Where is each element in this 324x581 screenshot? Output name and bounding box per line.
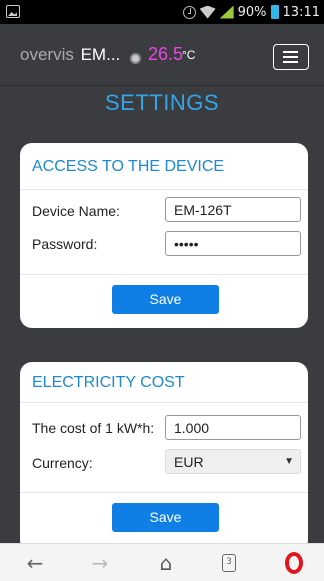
currency-label: Currency: [32,455,93,471]
electricity-cost-card: ELECTRICITY COST The cost of 1 kW*h: 1.0… [20,362,308,552]
currency-select[interactable]: EUR ▼ [165,449,301,474]
browser-nav-bar: ← → ⌂ 3 [0,543,324,581]
save-cost-button[interactable]: Save [112,503,219,532]
cost-label: The cost of 1 kW*h: [32,420,155,436]
device-name-input[interactable]: EM-126T [165,197,301,222]
currency-value: EUR [174,454,204,470]
electricity-cost-title: ELECTRICITY COST [32,374,185,391]
status-bar: 90% 13:11 [0,0,324,24]
wifi-icon [199,5,216,19]
divider [20,274,308,275]
alarm-icon [182,5,196,19]
divider [20,402,308,403]
battery-icon [270,5,279,19]
arrow-right-icon[interactable]: → [89,552,111,574]
temperature-value: 26.5 [148,44,184,64]
divider [20,492,308,493]
password-input[interactable]: ••••• [165,231,301,256]
opera-icon[interactable] [285,552,303,574]
divider [20,189,308,190]
access-card-title: ACCESS TO THE DEVICE [32,158,225,175]
cost-input[interactable]: 1.000 [165,415,301,440]
battery-percent: 90% [237,4,267,20]
hamburger-menu-icon[interactable] [273,44,309,70]
access-card: ACCESS TO THE DEVICE Device Name: EM-126… [20,143,308,328]
dropdown-arrow-icon: ▼ [284,456,294,467]
gallery-notification-icon [6,5,20,18]
password-label: Password: [32,236,98,252]
status-icons: 90% 13:11 [182,3,320,21]
brand-logo: overvis [20,45,74,64]
clock: 13:11 [282,4,320,20]
home-icon[interactable]: ⌂ [155,552,177,574]
page-title: SETTINGS [104,90,219,115]
temperature-indicator-icon [130,53,141,64]
signal-icon [219,5,234,19]
brand-title[interactable]: overvis EM... [20,45,120,65]
temperature-unit: °C [182,48,196,62]
device-model: EM... [80,45,121,64]
device-name-label: Device Name: [32,203,120,219]
tabs-icon[interactable]: 3 [222,554,236,572]
save-access-button[interactable]: Save [112,285,219,314]
app-header: overvis EM... 26.5 °C [0,24,324,86]
arrow-left-icon[interactable]: ← [24,552,46,574]
